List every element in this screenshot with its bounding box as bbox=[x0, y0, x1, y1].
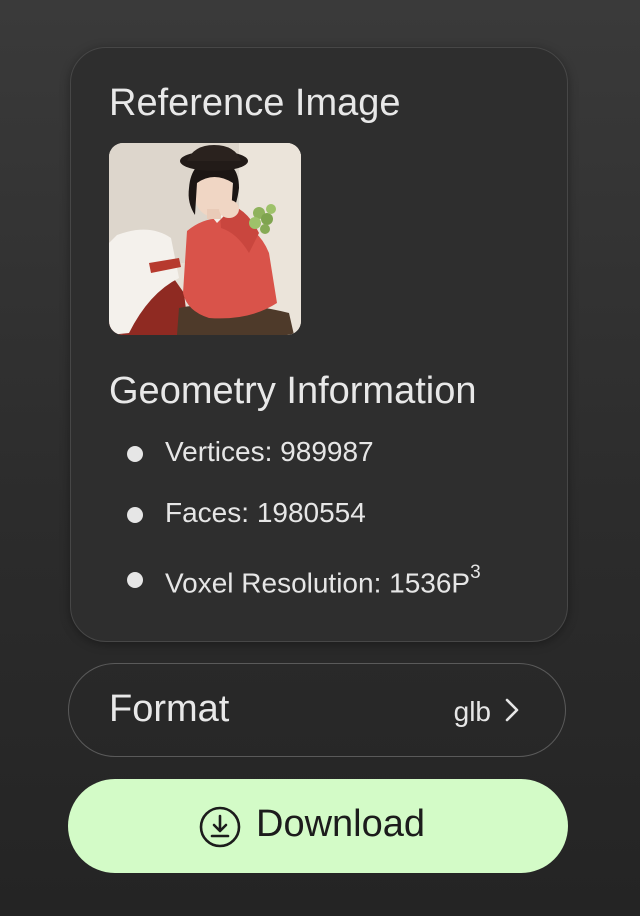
voxel-resolution-label: Voxel Resolution: bbox=[165, 567, 382, 599]
chevron-right-icon bbox=[505, 698, 519, 722]
reference-image bbox=[109, 143, 301, 335]
voxel-resolution-value: 1536P bbox=[389, 567, 471, 599]
format-selector[interactable]: Format glb bbox=[68, 663, 566, 757]
bullet-icon bbox=[127, 572, 143, 588]
voxel-resolution-exponent: 3 bbox=[470, 562, 481, 583]
faces-value: 1980554 bbox=[256, 497, 366, 528]
download-button[interactable]: Download bbox=[68, 779, 568, 873]
vertices-label: Vertices: bbox=[165, 436, 273, 467]
format-label: Format bbox=[109, 688, 230, 730]
reference-image-title: Reference Image bbox=[109, 82, 401, 124]
geometry-information-title: Geometry Information bbox=[109, 370, 477, 412]
download-icon bbox=[199, 806, 241, 848]
format-value: glb bbox=[453, 696, 491, 727]
info-panel: Reference Image Geometry Information Ver… bbox=[70, 47, 568, 642]
vertices-value: 989987 bbox=[280, 436, 374, 467]
download-label: Download bbox=[256, 803, 425, 845]
faces-label: Faces: bbox=[165, 497, 250, 528]
bullet-icon bbox=[127, 446, 143, 462]
bullet-icon bbox=[127, 507, 143, 523]
